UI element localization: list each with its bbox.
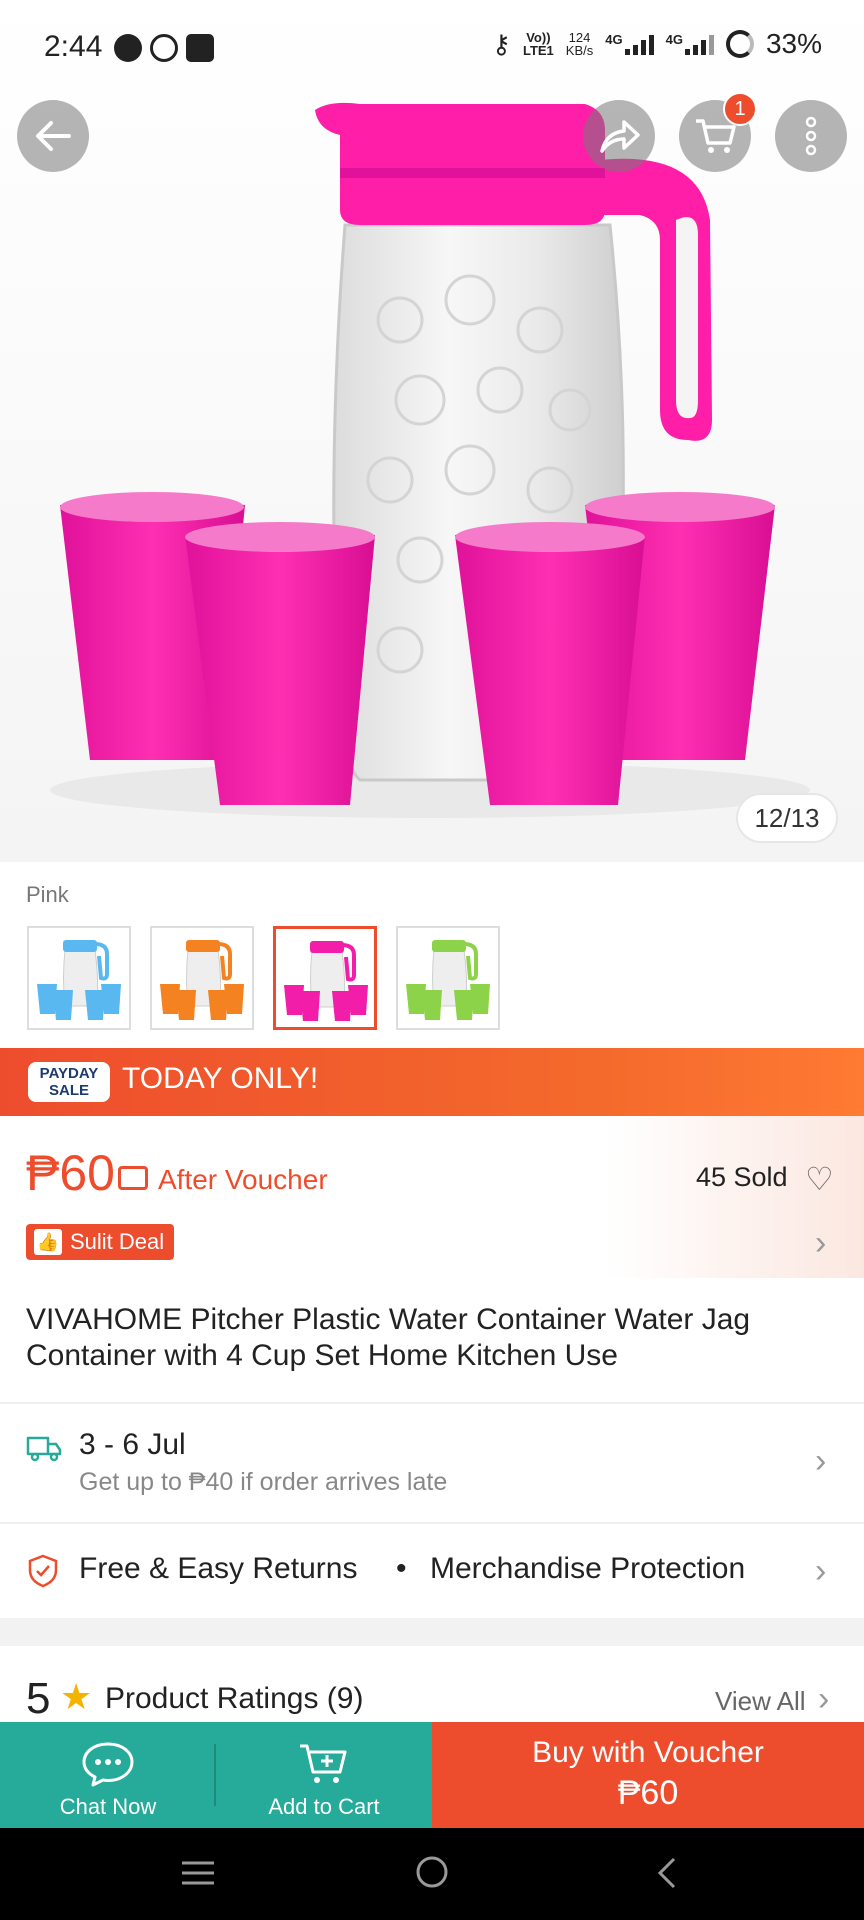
price-section[interactable]: ₱60 After Voucher 45 Sold ♡ 👍 Sulit Deal… (0, 1116, 864, 1278)
chat-now-label: Chat Now (59, 1794, 157, 1819)
shield-check-icon (28, 1554, 58, 1588)
cart-button[interactable]: 1 (679, 92, 757, 172)
payday-sale-logo: PAYDAY SALE (28, 1062, 110, 1102)
chevron-right-icon: › (815, 1552, 827, 1590)
back-button[interactable] (17, 100, 89, 172)
chevron-right-icon: › (815, 1442, 827, 1480)
variation-image (37, 940, 121, 1020)
chevron-right-icon: › (815, 1224, 827, 1262)
add-to-cart-label: Add to Cart (268, 1794, 380, 1819)
ratings-row[interactable]: 5 ★ Product Ratings (9) View All › (0, 1646, 864, 1723)
returns-label: Free & Easy Returns (79, 1552, 358, 1585)
sulit-deal-badge: 👍 Sulit Deal (26, 1224, 175, 1260)
signal-icon-1: 4G (605, 33, 654, 55)
late-delivery-guarantee: Get up to ₱40 if order arrives late (79, 1468, 448, 1496)
voucher-icon (118, 1166, 148, 1190)
variation-thumbnail[interactable] (150, 926, 254, 1030)
shipping-row[interactable]: 3 - 6 Jul Get up to ₱40 if order arrives… (0, 1404, 864, 1522)
product-title: VIVAHOME Pitcher Plastic Water Container… (26, 1303, 751, 1372)
buy-with-voucher-button[interactable]: Buy with Voucher ₱60 (432, 1722, 864, 1828)
variation-image (284, 941, 368, 1021)
sold-count: 45 Sold (696, 1162, 788, 1192)
chevron-right-icon: › (818, 1680, 830, 1718)
price: ₱60 (26, 1145, 115, 1201)
after-voucher-label: After Voucher (158, 1164, 328, 1195)
status-bar: 2:44 ⚷ Vo)) LTE1 124 KB/s 4G 4G 33% (0, 0, 864, 100)
variation-thumbnail[interactable] (396, 926, 500, 1030)
payday-banner-text: TODAY ONLY! (122, 1062, 319, 1095)
notification-icons (114, 34, 214, 62)
merchandise-protection-label: Merchandise Protection (430, 1552, 746, 1585)
signal-icon-2: 4G (666, 33, 714, 55)
thumbs-up-icon: 👍 (34, 1229, 62, 1255)
menu-icon[interactable] (180, 1858, 216, 1888)
variation-thumbnail[interactable] (27, 926, 131, 1030)
section-gap (0, 1618, 864, 1646)
more-button[interactable] (775, 100, 847, 172)
chat-icon (82, 1742, 134, 1787)
cart-badge: 1 (723, 92, 757, 126)
selected-variation-label: Pink (26, 882, 69, 907)
chat-now-button[interactable]: Chat Now (0, 1722, 216, 1828)
download-icon (186, 34, 214, 62)
heart-icon[interactable]: ♡ (805, 1163, 834, 1195)
messenger-icon (150, 34, 178, 62)
image-counter: 12/13 (736, 793, 838, 843)
hotspot-icon: ⚷ (491, 28, 511, 59)
battery-icon (725, 30, 754, 58)
buy-with-voucher-label: Buy with Voucher (532, 1736, 764, 1769)
add-to-cart-button[interactable]: Add to Cart (216, 1722, 432, 1828)
payday-sale-banner[interactable]: PAYDAY SALE TODAY ONLY! (0, 1048, 864, 1116)
returns-protection-row[interactable]: Free & Easy Returns • Merchandise Protec… (0, 1524, 864, 1618)
home-icon[interactable] (414, 1854, 450, 1890)
truck-icon (26, 1436, 62, 1462)
status-right: ⚷ Vo)) LTE1 124 KB/s 4G 4G 33% (492, 28, 822, 60)
rating-score: 5 (26, 1674, 51, 1723)
add-cart-icon (300, 1744, 347, 1783)
share-button[interactable] (583, 100, 655, 172)
delivery-dates: 3 - 6 Jul (79, 1428, 186, 1461)
buy-price: ₱60 (617, 1774, 679, 1812)
share-icon (600, 120, 640, 153)
variation-image (406, 940, 490, 1020)
back-nav-icon[interactable] (652, 1856, 680, 1890)
volte-indicator: Vo)) LTE1 (522, 30, 554, 58)
product-ratings-label: Product Ratings (9) (105, 1682, 364, 1715)
system-navigation-bar (0, 1828, 864, 1920)
star-icon: ★ (60, 1676, 93, 1717)
arrow-left-icon (36, 121, 71, 151)
network-speed: 124 KB/s (565, 30, 594, 58)
more-vertical-icon (805, 116, 817, 156)
status-time: 2:44 (44, 30, 103, 63)
view-all-link[interactable]: View All (715, 1686, 806, 1717)
bullet-separator: • (396, 1552, 407, 1585)
sulit-deal-label: Sulit Deal (70, 1229, 165, 1254)
variation-image (160, 940, 244, 1020)
battery-percent: 33% (765, 28, 822, 59)
message-icon (114, 34, 142, 62)
variation-thumbnail[interactable] (273, 926, 377, 1030)
bottom-action-bar: Chat Now Add to Cart Buy with Voucher ₱6… (0, 1722, 864, 1828)
